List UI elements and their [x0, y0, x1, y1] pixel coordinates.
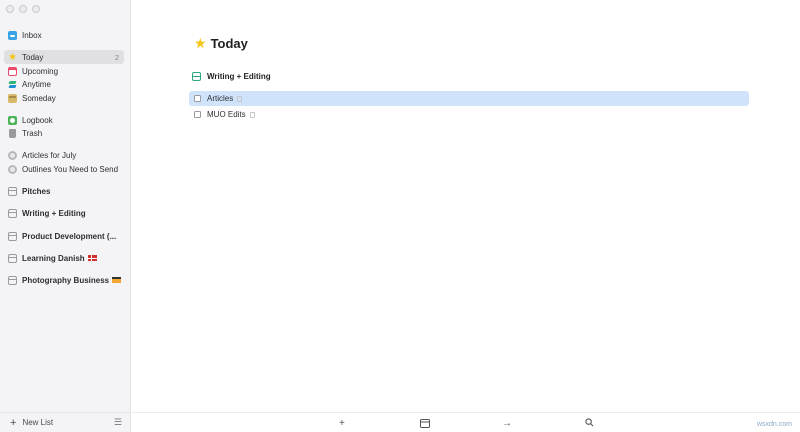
area-cube-icon — [192, 72, 201, 81]
sidebar-item-trash[interactable]: Trash — [4, 126, 124, 140]
trash-icon — [9, 128, 16, 138]
sidebar-item-label: Logbook — [22, 115, 53, 125]
project-progress-icon — [8, 164, 17, 174]
area-cube-icon — [8, 231, 17, 241]
task-label: MUO Edits — [207, 110, 246, 119]
page-title-text: Today — [210, 36, 248, 51]
window-controls — [6, 5, 40, 13]
search-icon[interactable] — [585, 418, 594, 430]
sidebar-item-today[interactable]: ★ Today 2 — [4, 50, 124, 64]
bottom-toolbar: + → — [132, 412, 800, 432]
notes-icon — [249, 111, 255, 118]
area-cube-icon — [8, 253, 17, 263]
area-cube-icon — [8, 186, 17, 196]
notes-icon — [237, 95, 243, 102]
sidebar-item-label: Outlines You Need to Send — [22, 164, 119, 174]
sliders-icon[interactable]: ☰ — [114, 417, 122, 428]
sidebar-item-logbook[interactable]: Logbook — [4, 113, 124, 127]
archive-box-icon — [8, 93, 17, 103]
task-checkbox[interactable] — [194, 95, 201, 102]
sidebar-item-label: Upcoming — [22, 66, 59, 76]
task-label: Articles — [207, 94, 234, 103]
sidebar-area[interactable]: Writing + Editing — [4, 206, 124, 220]
area-heading[interactable]: Writing + Editing — [192, 72, 271, 81]
sidebar-item-label: Photography Business — [22, 275, 110, 285]
sidebar-item-label: Trash — [22, 128, 43, 138]
sidebar-item-label: Product Development (... — [22, 231, 117, 241]
close-window-button[interactable] — [6, 5, 14, 13]
plus-icon: + — [10, 416, 17, 429]
watermark: wsxdn.com — [756, 421, 792, 428]
page-title: ★ Today — [194, 35, 248, 52]
sidebar-item-label: Articles for July — [22, 150, 77, 160]
sidebar-item-label: Learning Danish — [22, 253, 85, 263]
sidebar-item-label: Pitches — [22, 186, 51, 196]
danish-flag-icon — [87, 255, 97, 261]
task-checkbox[interactable] — [194, 111, 201, 118]
sidebar-item-inbox[interactable]: Inbox — [4, 28, 124, 42]
clapperboard-icon — [112, 277, 122, 283]
zoom-window-button[interactable] — [32, 5, 40, 13]
things-window: Inbox ★ Today 2 Upcoming Anytime Someday… — [0, 0, 800, 432]
calendar-icon — [8, 66, 17, 76]
logbook-icon — [8, 115, 17, 125]
minimize-window-button[interactable] — [19, 5, 27, 13]
sidebar-project[interactable]: Outlines You Need to Send — [4, 162, 124, 176]
layers-icon — [8, 80, 17, 89]
inbox-icon — [8, 30, 17, 40]
sidebar-item-upcoming[interactable]: Upcoming — [4, 64, 124, 78]
sidebar-project[interactable]: Articles for July — [4, 148, 124, 162]
sidebar-area[interactable]: Learning Danish — [4, 251, 124, 265]
star-icon: ★ — [194, 35, 207, 51]
sidebar-area[interactable]: Pitches — [4, 184, 124, 198]
calendar-icon[interactable] — [420, 418, 430, 431]
sidebar-item-label: Someday — [22, 93, 56, 103]
sidebar-item-label: Anytime — [22, 79, 51, 89]
sidebar-item-label: Writing + Editing — [22, 208, 86, 218]
today-count-badge: 2 — [114, 52, 119, 62]
star-icon: ★ — [8, 51, 17, 63]
sidebar-area[interactable]: Product Development (... — [4, 229, 124, 243]
area-heading-text: Writing + Editing — [207, 72, 271, 81]
project-progress-icon — [8, 150, 17, 160]
main-content: ★ Today Writing + Editing Articles MUO E… — [132, 0, 800, 432]
sidebar-item-label: Inbox — [22, 30, 42, 40]
sidebar-area[interactable]: Photography Business — [4, 273, 124, 287]
arrow-right-icon[interactable]: → — [502, 418, 512, 429]
sidebar-footer: + New List ☰ — [0, 412, 131, 432]
task-row[interactable]: MUO Edits — [189, 107, 749, 122]
plus-icon[interactable]: + — [339, 418, 345, 429]
sidebar-item-label: Today — [22, 52, 44, 62]
area-cube-icon — [8, 275, 17, 285]
new-list-button[interactable]: New List — [22, 418, 53, 427]
sidebar: Inbox ★ Today 2 Upcoming Anytime Someday… — [0, 0, 131, 432]
task-row[interactable]: Articles — [189, 91, 749, 106]
sidebar-item-anytime[interactable]: Anytime — [4, 77, 124, 91]
area-cube-icon — [8, 208, 17, 218]
sidebar-item-someday[interactable]: Someday — [4, 91, 124, 105]
